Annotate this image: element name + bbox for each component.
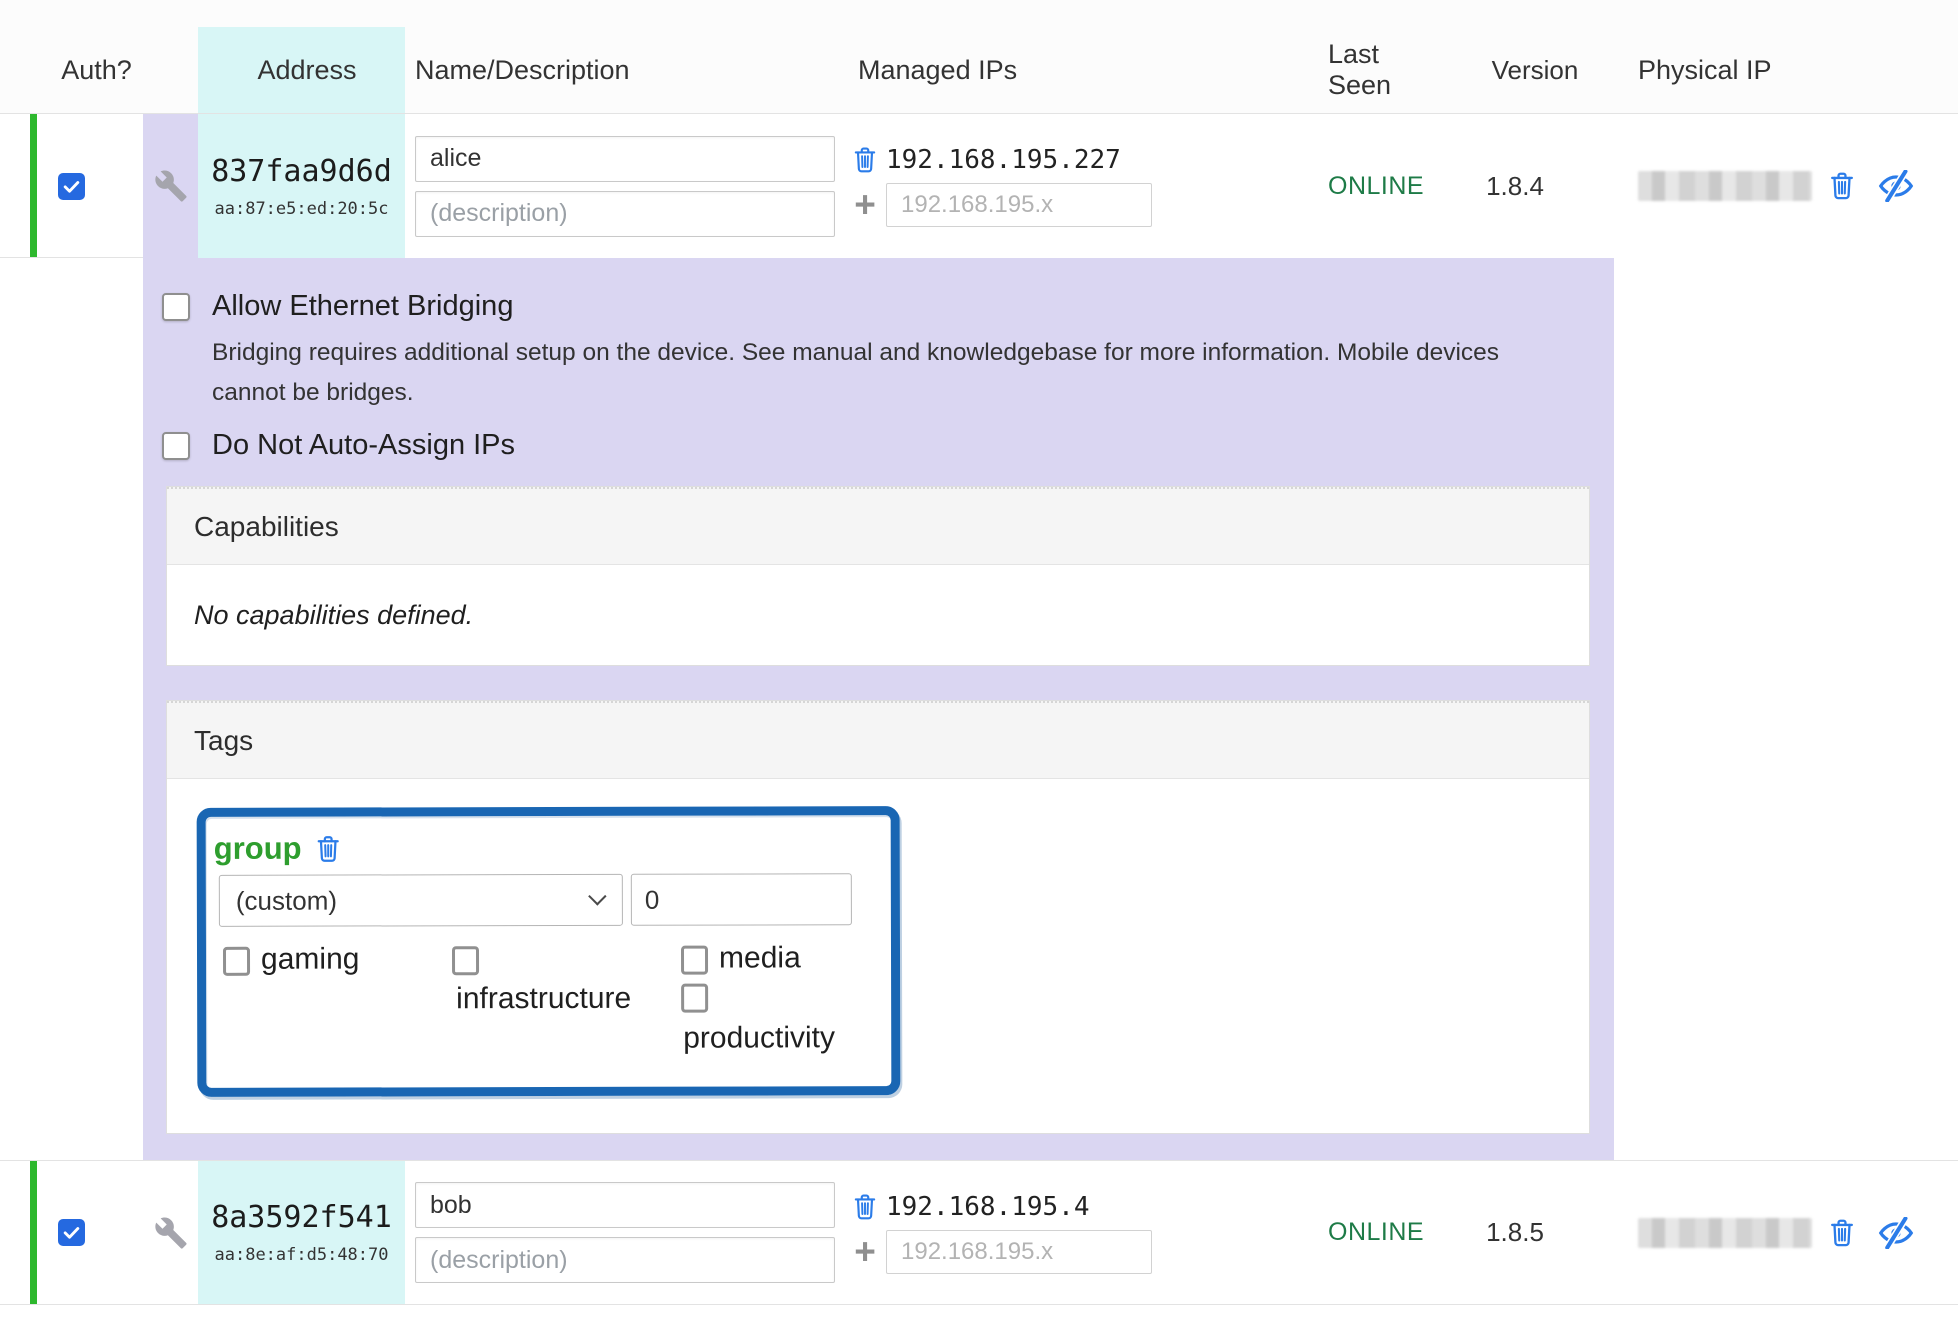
tag-option-label-infrastructure: infrastructure bbox=[456, 982, 631, 1016]
bridging-help-text: Bridging requires additional setup on th… bbox=[212, 333, 1564, 413]
tag-controls-row: (custom) bbox=[219, 873, 852, 927]
address-cell: 8a3592f541 aa:8e:af:d5:48:70 bbox=[198, 1161, 405, 1304]
tag-option-checkbox-gaming[interactable] bbox=[223, 947, 250, 976]
managed-ips-cell: 192.168.195.227 + bbox=[852, 114, 1160, 258]
tags-title: Tags bbox=[167, 701, 1589, 779]
online-status: ONLINE bbox=[1328, 1218, 1424, 1247]
add-ip-plus-icon[interactable]: + bbox=[852, 192, 878, 218]
add-ip-input[interactable] bbox=[886, 1230, 1152, 1274]
add-ip-input[interactable] bbox=[886, 183, 1152, 227]
name-input[interactable] bbox=[415, 1182, 835, 1228]
capabilities-section: Capabilities No capabilities defined. bbox=[166, 486, 1590, 666]
member-row-alice: 837faa9d6d aa:87:e5:ed:20:5c 192.168.195… bbox=[0, 113, 1958, 258]
online-status: ONLINE bbox=[1328, 172, 1424, 201]
physical-ip-cell bbox=[1590, 114, 1958, 258]
name-description-cell bbox=[405, 1161, 852, 1304]
delete-ip-trash-icon[interactable] bbox=[852, 146, 878, 174]
no-auto-assign-row: Do Not Auto-Assign IPs bbox=[162, 429, 1614, 462]
allow-bridging-label: Allow Ethernet Bridging bbox=[212, 290, 513, 323]
column-header-address: Address bbox=[198, 27, 405, 113]
tags-section: Tags group (custom) bbox=[166, 700, 1590, 1134]
managed-ips-cell: 192.168.195.4 + bbox=[852, 1161, 1160, 1304]
physical-ip-cell bbox=[1590, 1161, 1958, 1304]
managed-ip-value: 192.168.195.227 bbox=[886, 145, 1121, 175]
version-cell: 1.8.5 bbox=[1440, 1161, 1590, 1304]
name-description-cell bbox=[405, 114, 852, 258]
name-input[interactable] bbox=[415, 136, 835, 182]
members-table-page: Auth? Address Name/Description Managed I… bbox=[0, 0, 1958, 1340]
delete-member-trash-icon[interactable] bbox=[1828, 171, 1856, 201]
version-cell: 1.8.4 bbox=[1440, 114, 1590, 258]
delete-member-trash-icon[interactable] bbox=[1828, 1218, 1856, 1248]
tag-name: group bbox=[214, 831, 302, 867]
checkmark-icon bbox=[62, 1223, 81, 1242]
column-header-managed-ips: Managed IPs bbox=[852, 27, 1160, 113]
tag-value-input[interactable] bbox=[631, 873, 852, 926]
table-header-row: Auth? Address Name/Description Managed I… bbox=[0, 0, 1958, 113]
column-header-auth: Auth? bbox=[0, 27, 143, 113]
tag-option-label-media: media bbox=[719, 941, 801, 975]
add-ip-plus-icon[interactable]: + bbox=[852, 1239, 878, 1265]
column-header-version: Version bbox=[1440, 27, 1590, 113]
wrench-icon[interactable] bbox=[154, 1216, 188, 1250]
column-header-spacer bbox=[143, 27, 198, 113]
tag-mode-select[interactable]: (custom) bbox=[219, 874, 623, 927]
no-auto-assign-checkbox[interactable] bbox=[162, 432, 190, 460]
delete-tag-trash-icon[interactable] bbox=[315, 834, 342, 863]
node-address: 8a3592f541 bbox=[211, 1200, 392, 1235]
capabilities-empty-text: No capabilities defined. bbox=[167, 565, 1589, 665]
node-mac: aa:87:e5:ed:20:5c bbox=[215, 199, 389, 219]
active-indicator-bar bbox=[30, 114, 37, 258]
column-header-physical-ip: Physical IP bbox=[1590, 27, 1958, 113]
tag-option-checkbox-productivity[interactable] bbox=[681, 984, 708, 1013]
wrench-icon[interactable] bbox=[154, 169, 188, 203]
tag-group-annotation-box: group (custom) gaming bbox=[197, 806, 901, 1097]
tag-option-checkbox-media[interactable] bbox=[681, 946, 708, 975]
node-address: 837faa9d6d bbox=[211, 154, 392, 189]
tag-mode-selected-value: (custom) bbox=[236, 885, 337, 916]
tag-title-row: group bbox=[214, 831, 342, 867]
managed-ip-value: 192.168.195.4 bbox=[886, 1192, 1090, 1222]
checkmark-icon bbox=[62, 177, 81, 196]
allow-bridging-row: Allow Ethernet Bridging bbox=[162, 290, 1614, 323]
tag-option-checkbox-infrastructure[interactable] bbox=[452, 946, 479, 975]
description-input[interactable] bbox=[415, 191, 835, 237]
column-header-name: Name/Description bbox=[405, 27, 852, 113]
hide-ip-eye-slash-icon[interactable] bbox=[1878, 170, 1914, 202]
expanded-member-panel: Allow Ethernet Bridging Bridging require… bbox=[143, 258, 1614, 1160]
chevron-down-icon bbox=[588, 887, 606, 905]
auth-checkbox[interactable] bbox=[58, 1219, 85, 1246]
node-mac: aa:8e:af:d5:48:70 bbox=[215, 1245, 389, 1265]
hide-ip-eye-slash-icon[interactable] bbox=[1878, 1217, 1914, 1249]
tags-body: group (custom) gaming bbox=[167, 779, 1589, 1133]
last-seen-cell: ONLINE bbox=[1160, 114, 1440, 258]
allow-bridging-checkbox[interactable] bbox=[162, 293, 190, 321]
capabilities-title: Capabilities bbox=[167, 487, 1589, 565]
no-auto-assign-label: Do Not Auto-Assign IPs bbox=[212, 429, 515, 462]
settings-cell bbox=[143, 1161, 198, 1304]
member-row-bob: 8a3592f541 aa:8e:af:d5:48:70 192.168.195… bbox=[0, 1160, 1958, 1305]
description-input[interactable] bbox=[415, 1237, 835, 1283]
column-header-last-seen: Last Seen bbox=[1160, 27, 1440, 113]
last-seen-cell: ONLINE bbox=[1160, 1161, 1440, 1304]
settings-cell bbox=[143, 114, 198, 258]
auth-cell bbox=[0, 114, 143, 258]
active-indicator-bar bbox=[30, 1161, 37, 1304]
tag-option-label-gaming: gaming bbox=[261, 942, 359, 976]
redacted-physical-ip bbox=[1638, 1218, 1812, 1248]
tag-option-label-productivity: productivity bbox=[683, 1021, 835, 1055]
address-cell: 837faa9d6d aa:87:e5:ed:20:5c bbox=[198, 114, 405, 258]
redacted-physical-ip bbox=[1638, 171, 1812, 201]
delete-ip-trash-icon[interactable] bbox=[852, 1193, 878, 1221]
auth-cell bbox=[0, 1161, 143, 1304]
auth-checkbox[interactable] bbox=[58, 173, 85, 200]
